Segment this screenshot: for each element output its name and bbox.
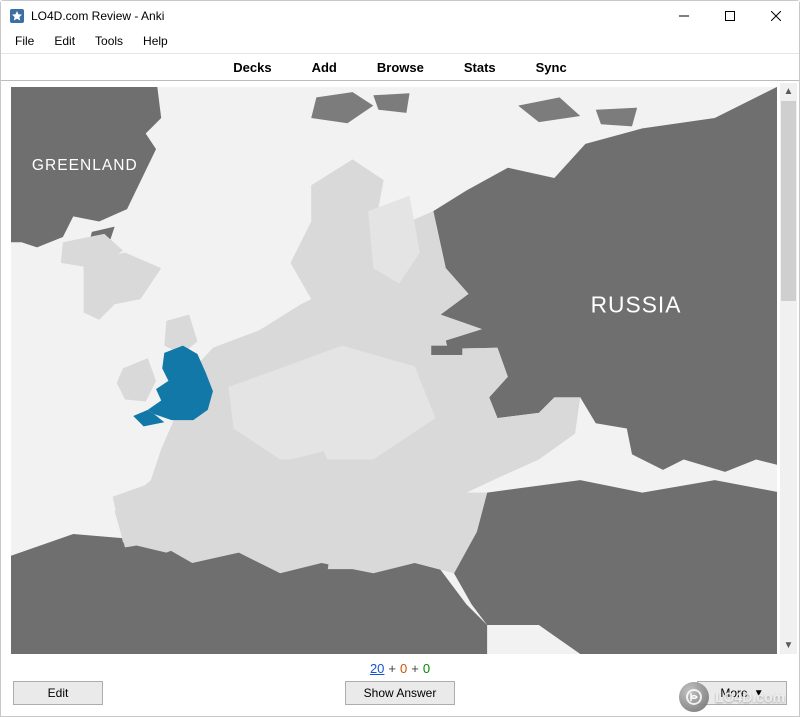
toolbar: Decks Add Browse Stats Sync <box>1 53 799 81</box>
app-window: LO4D.com Review - Anki File Edit Tools H… <box>0 0 800 717</box>
review-counts: 20 + 0 + 0 <box>1 656 799 680</box>
menu-tools[interactable]: Tools <box>85 32 133 50</box>
scroll-thumb[interactable] <box>781 101 796 301</box>
scroll-up-button[interactable]: ▲ <box>780 83 797 100</box>
vertical-scrollbar[interactable]: ▲ ▼ <box>780 83 797 654</box>
menubar: File Edit Tools Help <box>1 31 799 53</box>
edit-button[interactable]: Edit <box>13 681 103 705</box>
count-learn: 0 <box>400 661 407 676</box>
toolbar-add[interactable]: Add <box>306 58 343 77</box>
window-controls <box>661 1 799 31</box>
plus-separator: + <box>388 661 396 676</box>
app-icon <box>9 8 25 24</box>
chevron-down-icon: ▼ <box>754 688 764 699</box>
more-button-label: More <box>720 686 747 700</box>
content-area: GREENLAND RUSSIA ▲ ▼ <box>1 81 799 656</box>
toolbar-decks[interactable]: Decks <box>227 58 277 77</box>
map-label-russia: RUSSIA <box>591 292 682 318</box>
toolbar-stats[interactable]: Stats <box>458 58 502 77</box>
toolbar-browse[interactable]: Browse <box>371 58 430 77</box>
menu-file[interactable]: File <box>5 32 44 50</box>
toolbar-sync[interactable]: Sync <box>530 58 573 77</box>
maximize-button[interactable] <box>707 1 753 31</box>
count-new: 20 <box>370 661 384 676</box>
plus-separator: + <box>411 661 419 676</box>
menu-edit[interactable]: Edit <box>44 32 85 50</box>
menu-help[interactable]: Help <box>133 32 178 50</box>
close-button[interactable] <box>753 1 799 31</box>
window-title: LO4D.com Review - Anki <box>31 1 164 31</box>
titlebar: LO4D.com Review - Anki <box>1 1 799 31</box>
map-image: GREENLAND RUSSIA <box>11 87 777 654</box>
more-button[interactable]: More ▼ <box>697 681 787 705</box>
minimize-button[interactable] <box>661 1 707 31</box>
flashcard: GREENLAND RUSSIA <box>11 87 777 654</box>
scroll-down-button[interactable]: ▼ <box>780 637 797 654</box>
show-answer-button[interactable]: Show Answer <box>345 681 455 705</box>
map-label-greenland: GREENLAND <box>32 157 138 174</box>
bottom-bar: Edit Show Answer More ▼ <box>1 680 799 716</box>
count-review: 0 <box>423 661 430 676</box>
